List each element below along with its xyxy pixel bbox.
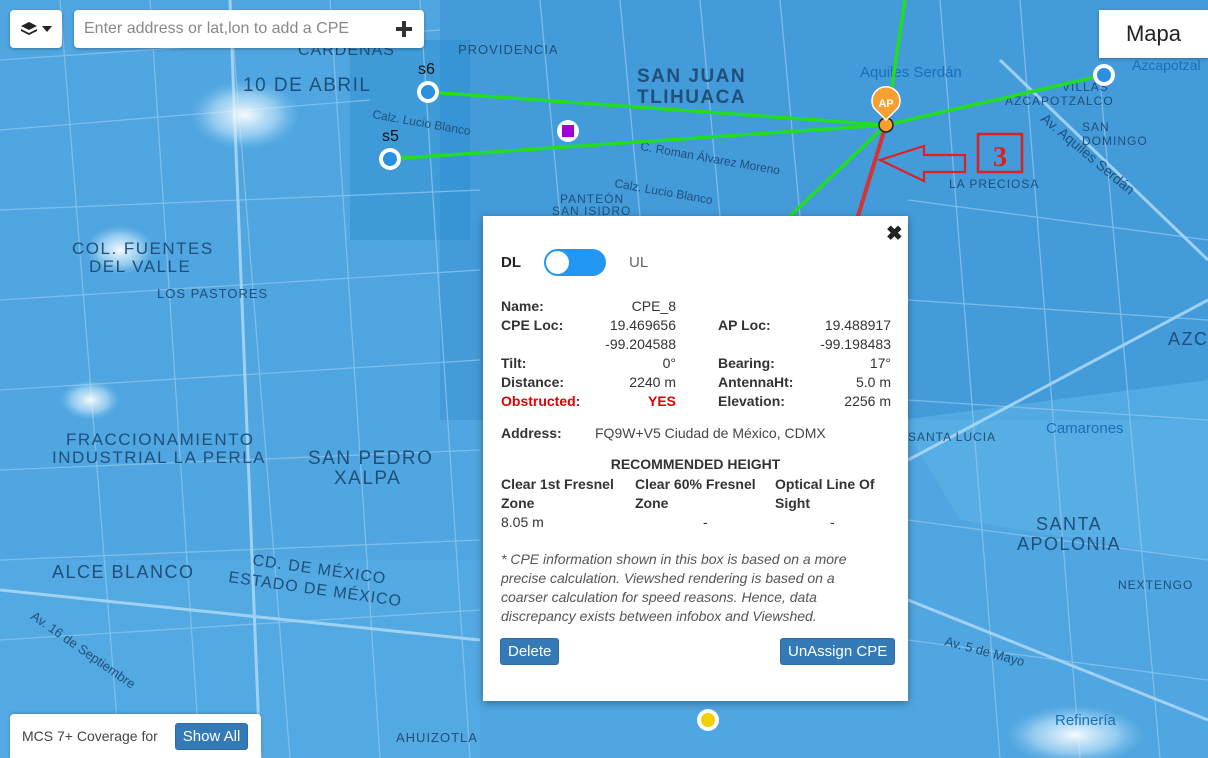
map-label: AZC (1168, 329, 1208, 349)
show-all-button[interactable]: Show All (174, 722, 249, 750)
map-label: Aquiles Serdán (860, 64, 962, 81)
map-label: TLIHUACA (637, 87, 746, 108)
antenna-height-label: AntennaHt: (718, 374, 794, 390)
search-box (74, 10, 424, 48)
close-icon[interactable]: ✖ (886, 221, 903, 246)
antenna-height-value: 5.0 m (855, 374, 891, 390)
infobox-note: * CPE information shown in this box is b… (501, 551, 847, 624)
cpe-loc-label: CPE Loc: (501, 317, 564, 333)
map-label: Refinería (1055, 712, 1117, 729)
map-label: ALCE BLANCO (52, 562, 195, 582)
layers-icon (21, 22, 37, 35)
ap-loc-label: AP Loc: (718, 317, 771, 333)
map-label: NEXTENGO (1118, 578, 1193, 592)
col-optical-los-header: Optical Line Of Sight (775, 476, 875, 511)
plus-icon (396, 21, 412, 37)
annotation-number: 3 (993, 142, 1007, 173)
col-fresnel-header: Clear 1st Fresnel Zone (501, 476, 614, 511)
map-label: LOS PASTORES (157, 286, 268, 301)
map-label: SAN (1082, 120, 1110, 134)
toggle-dl-label: DL (501, 254, 521, 271)
map-type-button[interactable]: Mapa (1099, 10, 1208, 58)
tilt-label: Tilt: (501, 355, 527, 371)
col-60-fresnel-header: Clear 60% Fresnel Zone (635, 476, 756, 511)
site-s5-label: s5 (382, 128, 399, 145)
address-search-input[interactable] (74, 10, 384, 48)
obstructed-label: Obstructed: (501, 393, 581, 409)
coverage-panel: MCS 7+ Coverage for Show All (10, 714, 261, 758)
add-cpe-button[interactable] (384, 10, 424, 48)
col-optical-los-value: - (830, 514, 835, 530)
map-label: AHUIZOTLA (396, 730, 478, 745)
map-label: SAN JUAN (637, 66, 746, 87)
site-s6-label: s6 (418, 61, 435, 78)
elevation-label: Elevation: (718, 393, 785, 409)
coverage-label: MCS 7+ Coverage for (22, 728, 158, 744)
ap-lon-value: -99.198483 (820, 336, 891, 352)
recommended-height-heading: RECOMMENDED HEIGHT (610, 456, 781, 472)
map-label: COL. FUENTES (72, 239, 214, 258)
map-label: LA PRECIOSA (949, 177, 1039, 191)
cpe-infobox: ✖ DL UL Name: CPE_8 CPE Loc: 19.469656 -… (483, 216, 908, 701)
dl-ul-switch[interactable] (544, 249, 606, 276)
dl-ul-toggle-row: DL UL (501, 249, 648, 276)
map-label: INDUSTRIAL LA PERLA (52, 448, 266, 467)
purple-cpe-marker-core (562, 125, 574, 137)
col-fresnel-value: 8.05 m (501, 514, 544, 530)
map-label: PROVIDENCIA (458, 42, 559, 57)
toggle-ul-label: UL (629, 254, 649, 271)
map-label: SANTA LUCIA (908, 430, 996, 444)
name-label: Name: (501, 298, 544, 314)
bearing-label: Bearing: (718, 355, 775, 371)
tilt-value: 0° (662, 355, 676, 371)
cpe-lon-value: -99.204588 (605, 336, 676, 352)
distance-label: Distance: (501, 374, 565, 390)
map-label: APOLONIA (1017, 534, 1121, 554)
delete-button[interactable]: Delete (500, 638, 560, 665)
cpe-south[interactable] (697, 709, 719, 731)
map-label: AZCAPOTZALCO (1005, 94, 1114, 108)
ap-marker-label: AP (878, 98, 893, 110)
map-label: SAN PEDRO (308, 448, 433, 469)
ap-lat-value: 19.488917 (824, 317, 891, 333)
map-label: Camarones (1046, 420, 1124, 437)
name-value: CPE_8 (631, 298, 676, 314)
map-label: Azcapotzal (1132, 57, 1200, 73)
cpe-lat-value: 19.469656 (609, 317, 676, 333)
switch-knob (546, 251, 569, 274)
elevation-value: 2256 m (844, 393, 891, 409)
bearing-value: 17° (869, 355, 891, 371)
address-value: FQ9W+V5 Ciudad de México, CDMX (595, 425, 826, 441)
obstructed-value: YES (647, 393, 676, 409)
map-label: 10 DE ABRIL (243, 75, 371, 96)
address-label: Address: (501, 425, 562, 441)
layers-button[interactable] (10, 10, 62, 48)
distance-value: 2240 m (629, 374, 676, 390)
unassign-cpe-button[interactable]: UnAssign CPE (780, 638, 896, 665)
site-s6[interactable] (417, 81, 439, 103)
map-label: SANTA (1036, 514, 1102, 534)
site-east[interactable] (1093, 64, 1115, 86)
map-label: DEL VALLE (89, 257, 191, 276)
map-label: XALPA (334, 468, 401, 489)
col-60-fresnel-value: - (703, 514, 708, 530)
map-label: FRACCIONAMIENTO (66, 430, 254, 449)
site-s5[interactable] (379, 148, 401, 170)
chevron-down-icon (42, 26, 52, 32)
